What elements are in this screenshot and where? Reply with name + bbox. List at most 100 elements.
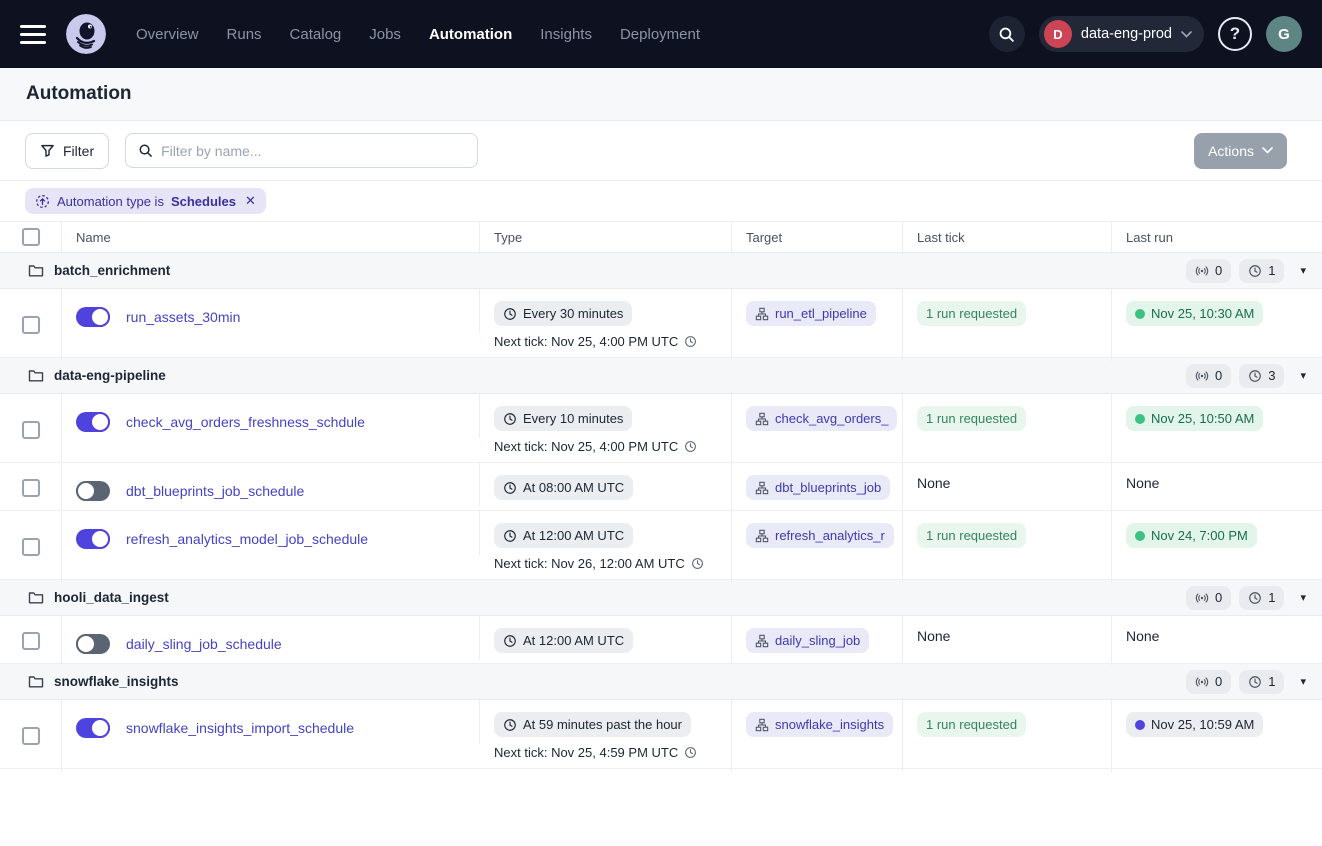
user-avatar[interactable]: G (1266, 16, 1302, 52)
sensor-icon (1195, 675, 1209, 689)
group-row-data-eng-pipeline[interactable]: data-eng-pipeline 0 3 ▾ (0, 358, 1322, 394)
schedule-toggle[interactable] (76, 634, 110, 654)
sensor-count-badge: 0 (1186, 586, 1231, 610)
filter-chip-automation-type[interactable]: Automation type is Schedules ✕ (25, 188, 266, 214)
sensor-count: 0 (1215, 263, 1222, 278)
clock-icon (1248, 264, 1262, 278)
help-button[interactable]: ? (1218, 17, 1252, 51)
sensor-icon (1195, 369, 1209, 383)
row-checkbox[interactable] (22, 316, 40, 334)
automation-name-link[interactable]: run_assets_30min (126, 309, 240, 325)
schedule-count-badge: 1 (1239, 670, 1284, 694)
nav-link-catalog[interactable]: Catalog (290, 26, 342, 43)
automation-name-link[interactable]: daily_sling_job_schedule (126, 636, 282, 652)
group-row-snowflake-insights[interactable]: snowflake_insights 0 1 ▾ (0, 664, 1322, 700)
collapse-caret-icon[interactable]: ▾ (1300, 264, 1306, 277)
search-button[interactable] (989, 16, 1025, 52)
schedule-toggle[interactable] (76, 718, 110, 738)
collapse-caret-icon[interactable]: ▾ (1300, 369, 1306, 382)
job-graph-icon (755, 412, 769, 426)
collapse-caret-icon[interactable]: ▾ (1300, 675, 1306, 688)
last-tick-pill: 1 run requested (917, 301, 1026, 326)
filter-button[interactable]: Filter (25, 133, 109, 169)
row-checkbox[interactable] (22, 538, 40, 556)
page-title: Automation (26, 83, 132, 105)
last-tick-none: None (917, 475, 950, 491)
job-graph-icon (755, 307, 769, 321)
automation-name-link[interactable]: snowflake_insights_import_schedule (126, 720, 354, 736)
schedule-type: Every 30 minutes (523, 306, 623, 321)
table-row: dbt_blueprints_job_schedule At 08:00 AM … (0, 463, 1322, 511)
schedule-toggle[interactable] (76, 412, 110, 432)
schedule-toggle[interactable] (76, 481, 110, 501)
target-pill[interactable]: refresh_analytics_r (746, 523, 894, 548)
next-tick-text: Next tick: Nov 26, 12:00 AM UTC (494, 556, 685, 571)
job-graph-icon (755, 481, 769, 495)
collapse-caret-icon[interactable]: ▾ (1300, 591, 1306, 604)
deployment-switcher[interactable]: D data-eng-prod (1039, 16, 1204, 52)
sensor-count: 0 (1215, 674, 1222, 689)
search-icon (138, 143, 153, 158)
nav-link-insights[interactable]: Insights (540, 26, 592, 43)
next-tick-text: Next tick: Nov 25, 4:00 PM UTC (494, 439, 678, 454)
target-pill[interactable]: dbt_blueprints_job (746, 475, 890, 500)
page-header: Automation (0, 68, 1322, 121)
last-run-pill[interactable]: Nov 25, 10:50 AM (1126, 406, 1263, 431)
automation-name-link[interactable]: dbt_blueprints_job_schedule (126, 483, 304, 499)
schedule-count-badge: 3 (1239, 364, 1284, 388)
schedule-type-pill: At 12:00 AM UTC (494, 628, 633, 653)
nav-link-runs[interactable]: Runs (227, 26, 262, 43)
last-tick-text: 1 run requested (926, 528, 1017, 543)
clock-icon (503, 634, 517, 648)
target-pill[interactable]: snowflake_insights (746, 712, 893, 737)
clock-icon (503, 529, 517, 543)
run-in-progress-dot (1135, 720, 1145, 730)
nav-link-overview[interactable]: Overview (136, 26, 199, 43)
last-run-none: None (1126, 475, 1159, 491)
nav-link-jobs[interactable]: Jobs (369, 26, 401, 43)
target-pill[interactable]: run_etl_pipeline (746, 301, 876, 326)
table-row: snowflake_insights_import_schedule At 59… (0, 700, 1322, 769)
schedule-type-pill: Every 30 minutes (494, 301, 632, 326)
group-row-hooli-data-ingest[interactable]: hooli_data_ingest 0 1 ▾ (0, 580, 1322, 616)
automation-name-link[interactable]: check_avg_orders_freshness_schdule (126, 414, 365, 430)
remove-filter-icon[interactable]: ✕ (245, 193, 256, 209)
schedule-toggle[interactable] (76, 307, 110, 327)
target-pill[interactable]: check_avg_orders_ (746, 406, 897, 431)
last-run-pill[interactable]: Nov 24, 7:00 PM (1126, 523, 1257, 548)
target-pill[interactable]: daily_sling_job (746, 628, 869, 653)
select-all-checkbox[interactable] (22, 228, 40, 246)
folder-icon (28, 591, 44, 605)
clock-icon (684, 335, 697, 348)
sensor-count: 0 (1215, 590, 1222, 605)
dagster-logo-icon[interactable] (66, 14, 106, 54)
next-tick: Next tick: Nov 25, 4:59 PM UTC (494, 745, 717, 760)
job-graph-icon (755, 529, 769, 543)
nav-link-deployment[interactable]: Deployment (620, 26, 700, 43)
next-tick: Next tick: Nov 25, 4:00 PM UTC (494, 439, 717, 454)
row-checkbox[interactable] (22, 727, 40, 745)
hamburger-menu-icon[interactable] (20, 25, 46, 44)
folder-icon (28, 264, 44, 278)
last-tick-text: 1 run requested (926, 411, 1017, 426)
row-checkbox[interactable] (22, 632, 40, 650)
schedule-type-pill: At 12:00 AM UTC (494, 523, 633, 548)
next-tick-text: Next tick: Nov 25, 4:59 PM UTC (494, 745, 678, 760)
last-run-pill[interactable]: Nov 25, 10:30 AM (1126, 301, 1263, 326)
nav-link-automation[interactable]: Automation (429, 26, 512, 43)
actions-button[interactable]: Actions (1194, 133, 1287, 169)
last-run-pill[interactable]: Nov 25, 10:59 AM (1126, 712, 1263, 737)
actions-button-label: Actions (1208, 143, 1254, 159)
automation-name-link[interactable]: refresh_analytics_model_job_schedule (126, 531, 368, 547)
name-filter-input[interactable] (161, 143, 465, 159)
clock-icon (503, 412, 517, 426)
row-checkbox[interactable] (22, 421, 40, 439)
job-graph-icon (755, 634, 769, 648)
sensor-count-badge: 0 (1186, 259, 1231, 283)
column-header-last-run: Last run (1112, 222, 1322, 252)
table-header: Name Type Target Last tick Last run (0, 222, 1322, 253)
clock-icon (503, 718, 517, 732)
group-row-batch-enrichment[interactable]: batch_enrichment 0 1 ▾ (0, 253, 1322, 289)
row-checkbox[interactable] (22, 479, 40, 497)
schedule-toggle[interactable] (76, 529, 110, 549)
